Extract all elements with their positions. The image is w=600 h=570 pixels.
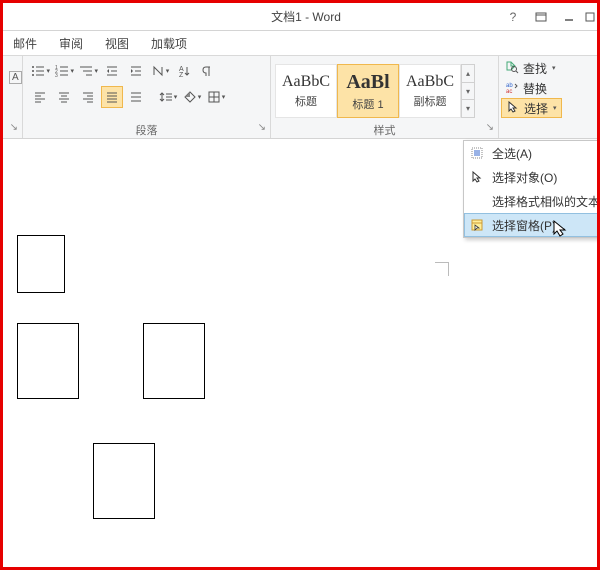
title-bar: 文档1 - Word ? — [3, 3, 597, 31]
styles-group-label: 样式 — [374, 125, 396, 137]
replace-button[interactable]: abac 替换 — [501, 78, 551, 98]
menu-selection-pane[interactable]: 选择窗格(P)... — [464, 213, 600, 237]
styles-scroller[interactable]: ▴ ▾ ▾ — [461, 64, 475, 118]
selection-pane-icon — [468, 218, 486, 232]
window-title: 文档1 - Word — [3, 8, 499, 25]
find-dropdown-icon[interactable]: ▾ — [552, 64, 556, 72]
styles-more-icon[interactable]: ▾ — [462, 100, 474, 117]
text-direction-button[interactable]: ▾ — [149, 60, 171, 82]
tab-review[interactable]: 审阅 — [57, 33, 85, 54]
replace-icon: abac — [505, 80, 519, 97]
tab-addins[interactable]: 加载项 — [149, 33, 189, 54]
svg-text:Z: Z — [179, 72, 184, 78]
clear-format-icon[interactable]: A — [9, 71, 22, 84]
select-dropdown-icon[interactable]: ▾ — [553, 104, 557, 112]
shape-rect-4[interactable] — [93, 443, 155, 519]
align-left-button[interactable] — [29, 86, 51, 108]
tab-view[interactable]: 视图 — [103, 33, 131, 54]
select-menu: 全选(A) 选择对象(O) 选择格式相似的文本 选择窗格(P)... — [463, 140, 600, 238]
font-launcher-icon[interactable]: ↘ — [10, 122, 18, 133]
paragraph-group: ▾ 123▾ ▾ ▾ AZ ▾ ▾ — [23, 56, 271, 138]
select-all-icon — [468, 146, 486, 160]
multilevel-button[interactable]: ▾ — [77, 60, 99, 82]
mouse-cursor-icon — [552, 219, 568, 239]
show-marks-button[interactable] — [197, 60, 219, 82]
styles-launcher-icon[interactable]: ↘ — [486, 122, 494, 133]
menu-select-similar[interactable]: 选择格式相似的文本 — [464, 189, 600, 213]
styles-group: AaBbC 标题 AaBl 标题 1 AaBbC 副标题 ▴ ▾ ▾ 样式 ↘ — [271, 56, 499, 138]
align-justify-button[interactable] — [101, 86, 123, 108]
style-title[interactable]: AaBbC 标题 — [275, 64, 337, 118]
shape-rect-3[interactable] — [143, 323, 205, 399]
maximize-button[interactable] — [583, 4, 597, 30]
sort-button[interactable]: AZ — [173, 60, 195, 82]
increase-indent-button[interactable] — [125, 60, 147, 82]
styles-up-icon[interactable]: ▴ — [462, 65, 474, 83]
borders-button[interactable]: ▾ — [205, 86, 227, 108]
menu-select-all[interactable]: 全选(A) — [464, 141, 600, 165]
word-window: 文档1 - Word ? 邮件 审阅 视图 加载项 A — [0, 0, 600, 570]
shape-rect-1[interactable] — [17, 235, 65, 293]
menu-select-objects[interactable]: 选择对象(O) — [464, 165, 600, 189]
ribbon-tabs: 邮件 审阅 视图 加载项 — [3, 31, 597, 55]
select-button[interactable]: 选择 ▾ — [501, 98, 562, 118]
help-button[interactable]: ? — [499, 4, 527, 30]
shape-rect-2[interactable] — [17, 323, 79, 399]
select-objects-icon — [468, 170, 486, 184]
align-right-button[interactable] — [77, 86, 99, 108]
editing-group: 查找 ▾ abac 替换 选择 ▾ — [499, 56, 597, 138]
distribute-button[interactable] — [125, 86, 147, 108]
line-spacing-button[interactable]: ▾ — [157, 86, 179, 108]
tab-mailings[interactable]: 邮件 — [11, 33, 39, 54]
ribbon: A ↘ ▾ 123▾ ▾ ▾ AZ — [3, 55, 597, 139]
window-controls: ? — [499, 4, 597, 30]
align-center-button[interactable] — [53, 86, 75, 108]
minimize-button[interactable] — [555, 4, 583, 30]
page-margin-mark — [435, 262, 449, 276]
paragraph-group-label: 段落 — [136, 125, 158, 137]
find-button[interactable]: 查找 ▾ — [501, 58, 560, 78]
paragraph-launcher-icon[interactable]: ↘ — [258, 122, 266, 133]
svg-text:ac: ac — [506, 89, 512, 94]
style-heading1[interactable]: AaBl 标题 1 — [337, 64, 399, 118]
find-icon — [505, 60, 519, 77]
font-group-edge: A ↘ — [3, 56, 23, 138]
select-icon — [506, 100, 520, 117]
style-subtitle[interactable]: AaBbC 副标题 — [399, 64, 461, 118]
svg-text:3: 3 — [55, 73, 58, 78]
numbering-button[interactable]: 123▾ — [53, 60, 75, 82]
decrease-indent-button[interactable] — [101, 60, 123, 82]
shading-button[interactable]: ▾ — [181, 86, 203, 108]
bullets-button[interactable]: ▾ — [29, 60, 51, 82]
ribbon-display-button[interactable] — [527, 4, 555, 30]
styles-down-icon[interactable]: ▾ — [462, 83, 474, 101]
